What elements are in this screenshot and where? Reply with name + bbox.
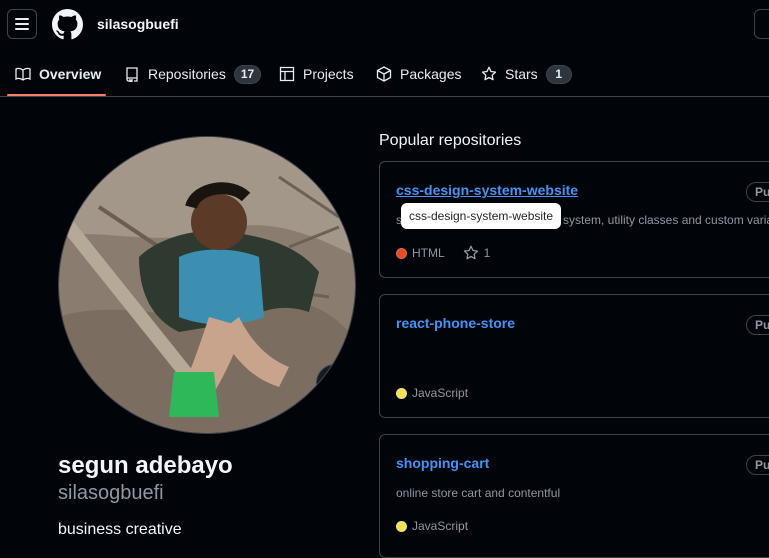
repo-icon [126, 67, 138, 82]
table-icon [279, 66, 295, 82]
repo-card: react-phone-store Pul JavaScript [379, 294, 769, 418]
visibility-badge: Pul [746, 182, 769, 202]
repo-card: shopping-cart Pul online store cart and … [379, 434, 769, 558]
hamburger-menu-button[interactable] [7, 9, 37, 39]
avatar-photo [59, 137, 355, 433]
repo-meta: HTML 1 [396, 245, 490, 261]
star-icon [463, 245, 478, 260]
repo-language: JavaScript [412, 519, 469, 533]
visibility-badge: Pul [746, 315, 769, 335]
package-icon [376, 66, 392, 82]
tab-stars-label: Stars [505, 66, 538, 82]
repositories-count-badge: 17 [233, 64, 262, 84]
profile-full-name: segun adebayo [58, 452, 233, 479]
tab-overview-label: Overview [39, 66, 102, 82]
profile-tabs: Overview Repositories 17 Projects Packag… [0, 52, 769, 97]
active-tab-indicator [7, 94, 106, 96]
tab-repositories-label: Repositories [148, 66, 226, 82]
header-username[interactable]: silasogbuefi [97, 16, 179, 32]
tab-overview[interactable]: Overview [15, 52, 101, 96]
set-status-button[interactable] [316, 364, 354, 402]
header-action-button[interactable] [754, 9, 769, 39]
language-color-dot [396, 247, 407, 259]
stars-count-badge: 1 [545, 64, 572, 84]
tab-repositories[interactable]: Repositories 17 [124, 52, 262, 96]
tab-projects-label: Projects [303, 66, 354, 82]
repo-language: HTML [412, 246, 445, 260]
repo-link[interactable]: shopping-cart [396, 455, 489, 471]
repo-description: online store cart and contentful [396, 486, 561, 500]
hamburger-icon [15, 18, 29, 20]
popular-repositories-title: Popular repositories [379, 132, 522, 149]
repo-star-count: 1 [483, 246, 491, 260]
star-icon [481, 66, 497, 81]
tab-projects[interactable]: Projects [279, 52, 354, 96]
repo-language: JavaScript [412, 386, 469, 400]
github-mark-icon[interactable] [52, 9, 83, 40]
repo-meta: JavaScript [396, 519, 468, 533]
repo-stars-link[interactable]: 1 [463, 245, 491, 261]
profile-bio: business creative [58, 521, 182, 538]
language-color-dot [396, 520, 407, 532]
language-color-dot [396, 387, 407, 399]
repo-name-tooltip: css-design-system-website [401, 203, 562, 229]
tab-stars[interactable]: Stars 1 [481, 52, 572, 96]
profile-avatar[interactable] [58, 136, 356, 434]
repo-link[interactable]: react-phone-store [396, 315, 515, 331]
tab-packages[interactable]: Packages [376, 52, 461, 96]
tab-packages-label: Packages [400, 66, 462, 82]
repo-meta: JavaScript [396, 386, 468, 400]
smiley-icon [327, 375, 343, 391]
book-icon [15, 67, 31, 81]
profile-login: silasogbuefi [58, 482, 164, 504]
visibility-badge: Pul [746, 455, 769, 475]
repo-description: system, utility classes and custom varia… [563, 213, 769, 227]
repo-link[interactable]: css-design-system-website [396, 182, 578, 198]
top-bar: silasogbuefi [0, 0, 769, 52]
